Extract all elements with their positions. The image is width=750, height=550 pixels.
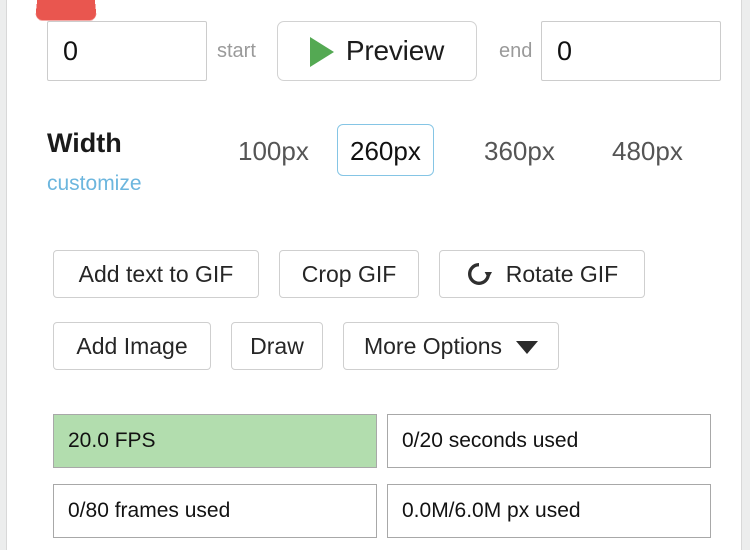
add-text-to-gif-label: Add text to GIF [78, 260, 234, 287]
width-option-260px[interactable]: 260px [337, 124, 434, 176]
frames-used-value: 0/80 frames used [68, 499, 231, 522]
fps-value: 20.0 FPS [68, 429, 156, 452]
crop-gif-label: Crop GIF [301, 260, 397, 287]
page-root: start Preview end Width customize 100px … [0, 0, 750, 550]
pixels-used-status-box: 0.0M/6.0M px used [387, 484, 711, 538]
rotate-gif-button[interactable]: Rotate GIF [439, 250, 645, 298]
play-icon [309, 36, 334, 67]
add-image-button[interactable]: Add Image [53, 322, 211, 370]
caret-down-icon [516, 340, 539, 354]
width-title: Width [47, 128, 122, 158]
crop-gif-button[interactable]: Crop GIF [279, 250, 419, 298]
draw-label: Draw [250, 332, 304, 359]
end-label: end [499, 40, 533, 62]
draw-button[interactable]: Draw [231, 322, 323, 370]
start-label: start [217, 40, 256, 62]
add-image-label: Add Image [76, 332, 188, 359]
preview-button-label: Preview [345, 35, 445, 66]
width-controls-row: Width customize 100px 260px 360px 480px [7, 124, 743, 206]
customize-width-link[interactable]: customize [47, 172, 142, 196]
more-options-button[interactable]: More Options [343, 322, 559, 370]
preview-button[interactable]: Preview [277, 21, 477, 81]
editor-panel: start Preview end Width customize 100px … [6, 0, 742, 550]
start-time-input[interactable] [47, 21, 207, 81]
pixels-used-value: 0.0M/6.0M px used [402, 499, 581, 522]
more-options-label: More Options [363, 332, 503, 359]
width-option-360px[interactable]: 360px [471, 124, 568, 176]
add-text-to-gif-button[interactable]: Add text to GIF [53, 250, 259, 298]
width-option-100px[interactable]: 100px [225, 124, 322, 176]
red-tab-indicator [35, 0, 97, 21]
seconds-used-status-box: 0/20 seconds used [387, 414, 711, 468]
rotate-gif-label: Rotate GIF [505, 260, 619, 287]
width-option-480px[interactable]: 480px [599, 124, 696, 176]
end-time-input[interactable] [541, 21, 721, 81]
seconds-used-value: 0/20 seconds used [402, 429, 579, 452]
rotate-clockwise-icon [467, 263, 492, 285]
trim-controls-row: start Preview end [7, 21, 743, 83]
fps-status-box[interactable]: 20.0 FPS [53, 414, 377, 468]
frames-used-status-box: 0/80 frames used [53, 484, 377, 538]
